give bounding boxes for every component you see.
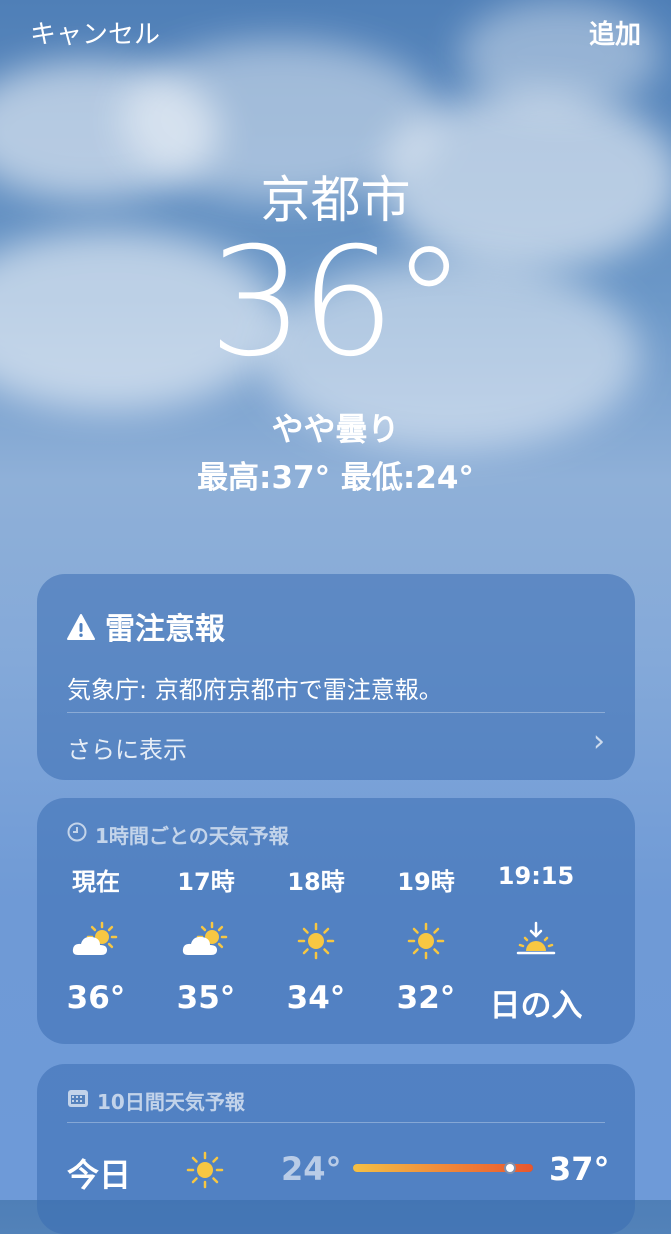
partly-cloudy-sun-icon — [41, 902, 151, 980]
current-temperature-dot — [503, 1162, 516, 1174]
hour-label: 19時 — [397, 868, 455, 896]
hour-temperature: 35° — [176, 980, 236, 1016]
weather-condition: やや曇り — [271, 410, 400, 448]
temperature-range-bar — [353, 1162, 533, 1174]
hourly-list: 現在 36° 17時 35° 18時 34° 19時 32° 19:15 日の入 — [37, 862, 635, 1025]
hourly-item: 18時 34° — [261, 862, 371, 1025]
clock-icon — [67, 822, 87, 847]
hourly-forecast-label: 1時間ごとの天気予報 — [95, 824, 289, 848]
daily-row: 今日 24° 37° — [37, 1144, 635, 1204]
weather-alert-card[interactable]: 雷注意報 気象庁: 京都府京都市で雷注意報。 さらに表示 › — [37, 574, 635, 780]
hourly-item: 19時 32° — [371, 862, 481, 1025]
hour-label: 現在 — [72, 868, 120, 896]
hourly-forecast-card[interactable]: 1時間ごとの天気予報 現在 36° 17時 35° 18時 34° 19時 32° 19:15 日… — [37, 798, 635, 1044]
calendar-icon — [67, 1088, 89, 1113]
divider — [67, 1122, 605, 1123]
hourly-item: 現在 36° — [41, 862, 151, 1025]
hour-temperature: 34° — [286, 980, 346, 1016]
warning-icon — [67, 613, 95, 640]
sun-icon — [261, 902, 371, 980]
alert-title: 雷注意報 — [105, 612, 225, 647]
daily-forecast-label: 10日間天気予報 — [97, 1090, 245, 1114]
add-button[interactable]: 追加 — [589, 14, 641, 51]
hour-label: 18時 — [287, 868, 345, 896]
hourly-item: 19:15 日の入 — [481, 862, 591, 1025]
hour-temperature: 日の入 — [489, 988, 583, 1024]
hour-temperature: 36° — [66, 980, 126, 1016]
day-low-temperature: 24° — [281, 1150, 342, 1188]
chevron-right-icon: › — [593, 724, 605, 759]
alert-description: 気象庁: 京都府京都市で雷注意報。 — [67, 676, 443, 704]
divider — [67, 712, 605, 713]
day-label: 今日 — [67, 1156, 132, 1194]
current-temperature: 36° — [208, 216, 467, 390]
hour-temperature: 32° — [396, 980, 456, 1016]
hour-label: 17時 — [177, 868, 235, 896]
cancel-button[interactable]: キャンセル — [30, 14, 160, 51]
hour-label: 19:15 — [497, 862, 575, 890]
partly-cloudy-sun-icon — [151, 902, 261, 980]
hourly-item: 17時 35° — [151, 862, 261, 1025]
sunset-icon — [481, 902, 591, 980]
day-high-temperature: 37° — [549, 1150, 610, 1188]
daily-forecast-card[interactable]: 10日間天気予報 今日 24° 37° — [37, 1064, 635, 1234]
sun-icon — [185, 1150, 225, 1194]
show-more-link[interactable]: さらに表示 — [67, 730, 187, 765]
sun-icon — [371, 902, 481, 980]
high-low-temperature: 最高:37° 最低:24° — [197, 460, 474, 496]
